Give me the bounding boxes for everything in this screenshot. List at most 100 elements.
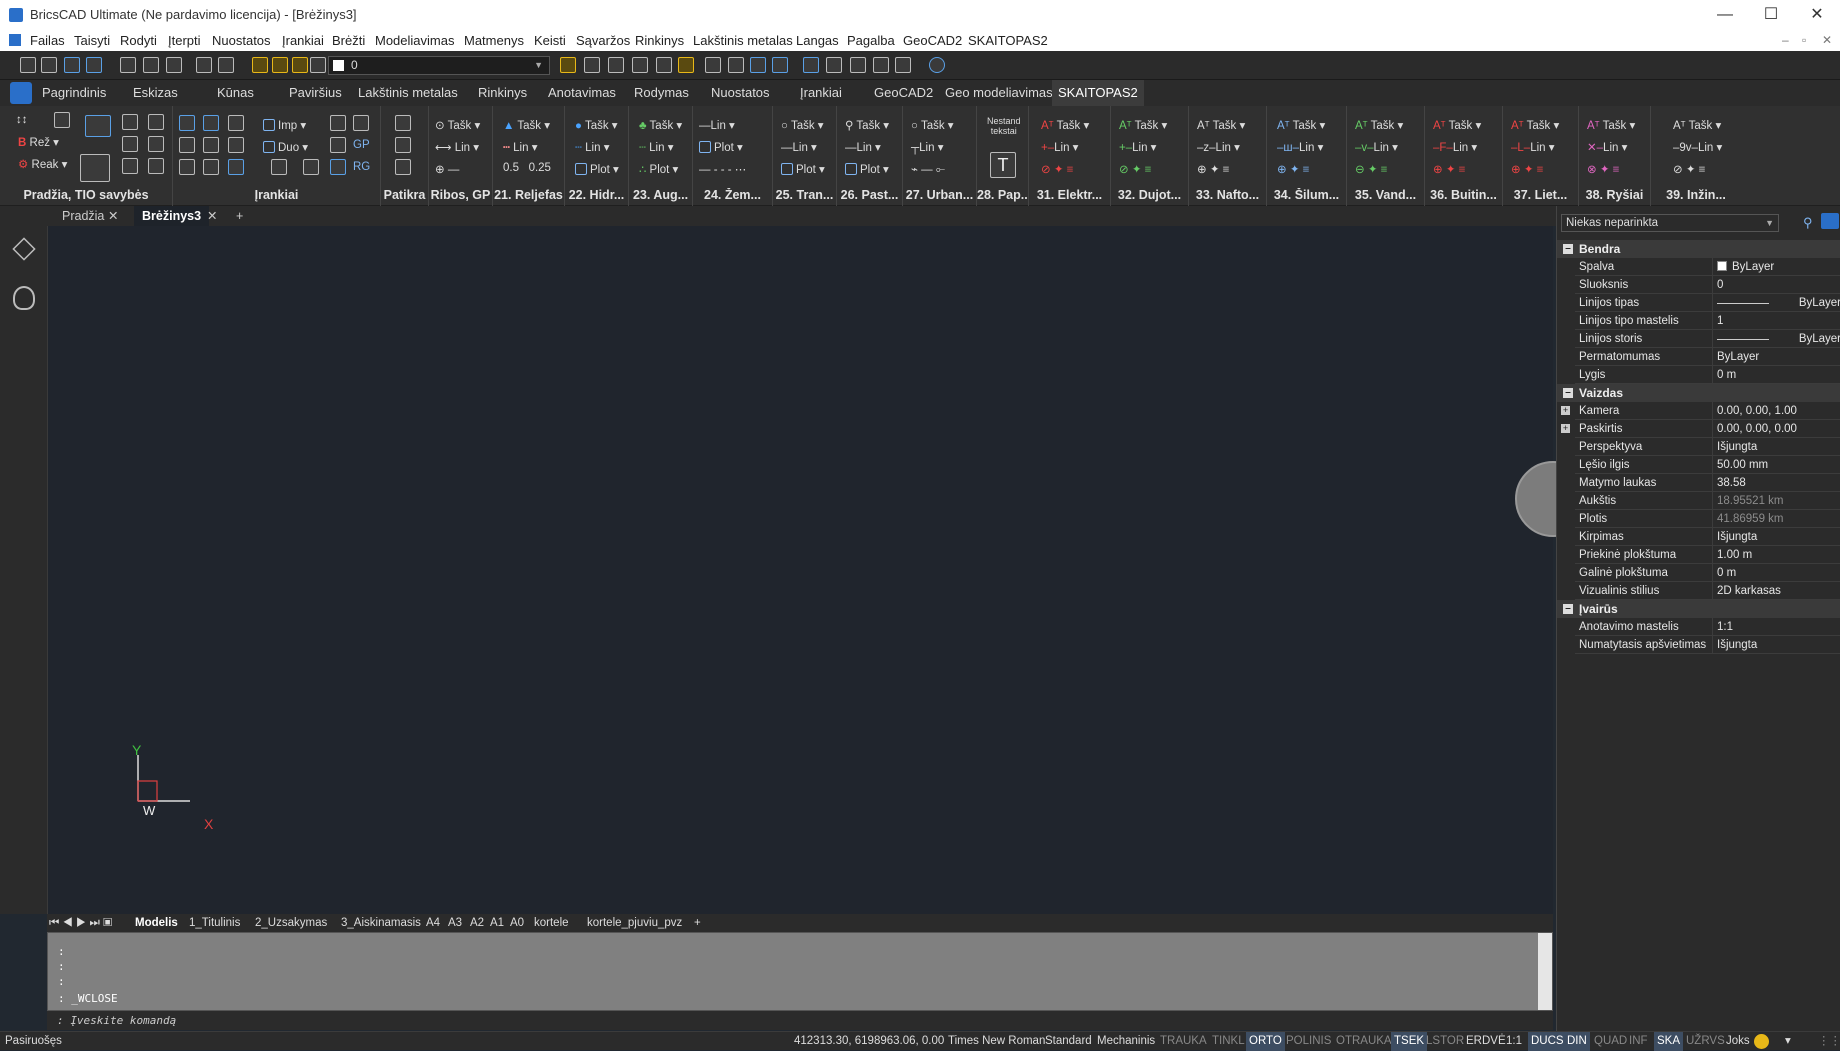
tool-scan-icon[interactable] (203, 137, 219, 153)
render-icon[interactable] (772, 57, 788, 73)
prop-row[interactable]: + Paskirtis 0.00, 0.00, 0.00 (1561, 420, 1840, 438)
lin-dropdown[interactable]: ‒L‒Lin ▾ (1511, 140, 1555, 154)
status-lweight[interactable]: LSTOR (1426, 1032, 1464, 1051)
menu-irankiai[interactable]: Įrankiai (282, 33, 324, 48)
task-dropdown[interactable]: Aᵀ Tašk ▾ (1277, 118, 1325, 132)
lin-dropdown[interactable]: ⟷ Lin ▾ (435, 140, 479, 154)
status-otrack[interactable]: OTRAUKA (1336, 1032, 1392, 1051)
prop-row[interactable]: Anotavimo mastelis 1:1 (1575, 618, 1840, 636)
expand-icon[interactable]: + (1561, 424, 1570, 433)
buitin-icon[interactable]: ⊕ ✦ ≡ (1433, 162, 1465, 176)
task-dropdown[interactable]: ⊙ Tašk ▾ (435, 118, 480, 132)
prop-row[interactable]: Lęšio ilgis 50.00 mm (1575, 456, 1840, 474)
layer-plot-icon[interactable] (310, 57, 326, 73)
first-layout-icon[interactable]: ⏮ ◀ ▶ ⏭ ▣ (49, 914, 112, 932)
layout-tab-a0[interactable]: A0 (510, 914, 524, 932)
save-icon[interactable] (64, 57, 80, 73)
save-as-icon[interactable] (86, 57, 102, 73)
task-dropdown[interactable]: ● Tašk ▾ (575, 118, 618, 132)
reak-dropdown[interactable]: ⚙ Reak ▾ (18, 157, 67, 171)
status-textstyle[interactable]: Standard (1045, 1032, 1092, 1051)
status-font[interactable]: Times New Roman (948, 1032, 1045, 1051)
distance-icon[interactable] (148, 114, 164, 130)
layout-tab-kortele[interactable]: kortele (534, 914, 569, 932)
gp-button[interactable]: GP (353, 139, 370, 151)
layer-freeze-icon[interactable] (272, 57, 288, 73)
properties-icon[interactable] (803, 57, 819, 73)
tab-lakstinis-metalas[interactable]: Lakštinis metalas (352, 80, 464, 106)
balloon-icon[interactable] (13, 286, 35, 310)
menu-nuostatos[interactable]: Nuostatos (212, 33, 271, 48)
menu-geocad2[interactable]: GeoCAD2 (903, 33, 962, 48)
task-dropdown[interactable]: Aᵀ Tašk ▾ (1673, 118, 1721, 132)
new-file-icon[interactable] (20, 57, 36, 73)
check-copy-icon[interactable] (395, 137, 411, 153)
layout-tab-3-aiskinamasis[interactable]: 3_Aiskinamasis (341, 914, 421, 932)
status-snap[interactable]: TRAUKA (1160, 1032, 1207, 1051)
tab-rinkinys[interactable]: Rinkinys (472, 80, 533, 106)
prop-row[interactable]: + Kamera 0.00, 0.00, 1.00 (1561, 402, 1840, 420)
tab-skaitopas2[interactable]: SKAITOPAS2 (1052, 80, 1144, 106)
help-icon[interactable] (929, 57, 945, 73)
menu-pagalba[interactable]: Pagalba (847, 33, 895, 48)
close-icon[interactable]: ✕ (207, 206, 217, 226)
lin-dropdown[interactable]: ‒z‒Lin ▾ (1197, 140, 1240, 154)
lin-dropdown[interactable]: —Lin ▾ (845, 140, 881, 154)
section-bendra[interactable]: – Bendra (1557, 240, 1840, 258)
menu-taisyti[interactable]: Taisyti (74, 33, 110, 48)
liet-icon[interactable]: ⊕ ✦ ≡ (1511, 162, 1543, 176)
lin-dropdown[interactable]: ┄ Lin ▾ (575, 140, 609, 154)
dujot-icon[interactable]: ⊘ ✦ ≡ (1119, 162, 1151, 176)
menu-brezti[interactable]: Brėžti (332, 33, 365, 48)
layer-isolate-icon[interactable] (608, 57, 624, 73)
key-icon[interactable] (148, 158, 164, 174)
status-dimstyle[interactable]: Mechaninis (1097, 1032, 1155, 1051)
check-layers-icon[interactable] (395, 159, 411, 175)
layer-walk-icon[interactable] (656, 57, 672, 73)
lin-dropdown[interactable]: —Lin ▾ (699, 118, 735, 132)
menu-keisti[interactable]: Keisti (534, 33, 566, 48)
task-dropdown[interactable]: ▲ Tašk ▾ (503, 118, 550, 132)
tab-geocad2[interactable]: GeoCAD2 (868, 80, 939, 106)
cube-icon[interactable] (12, 237, 36, 261)
rysiai-icon[interactable]: ⊗ ✦ ≡ (1587, 162, 1619, 176)
snap-icon[interactable] (122, 114, 138, 130)
rez-dropdown[interactable]: B Rež ▾ (18, 135, 59, 149)
redo-icon[interactable] (218, 57, 234, 73)
prop-row[interactable]: Numatytasis apšvietimas Išjungta (1575, 636, 1840, 654)
doc-close-button[interactable]: ✕ (1822, 33, 1832, 47)
palette-icon[interactable] (148, 136, 164, 152)
close-icon[interactable]: ✕ (108, 206, 118, 226)
menu-modeliavimas[interactable]: Modeliavimas (375, 33, 454, 48)
duo-dropdown[interactable]: Duo ▾ (263, 140, 308, 154)
tab-pavirsius[interactable]: Paviršius (283, 80, 348, 106)
notification-icon[interactable] (1754, 1034, 1769, 1049)
layer-match-icon[interactable] (560, 57, 576, 73)
doc-tab-brezinys3[interactable]: Brėžinys3 (134, 206, 210, 226)
menu-skaitopas2[interactable]: SKAITOPAS2 (968, 33, 1048, 48)
menu-failas[interactable]: Failas (30, 33, 65, 48)
status-inf[interactable]: INF (1629, 1032, 1648, 1051)
layout-tab-a3[interactable]: A3 (448, 914, 462, 932)
tool-export-icon[interactable] (330, 159, 346, 175)
tool-level-icon[interactable] (203, 159, 219, 175)
tool-offset-icon[interactable] (228, 137, 244, 153)
lin-dropdown[interactable]: ✕‒Lin ▾ (1587, 140, 1627, 154)
lin-dropdown[interactable]: ‒9v‒Lin ▾ (1673, 140, 1722, 154)
nestand-text-label[interactable]: Nestand tekstai (987, 116, 1021, 136)
prop-row[interactable]: Sluoksnis 0 (1575, 276, 1840, 294)
layout-tab-2-uzsakymas[interactable]: 2_Uzsakymas (255, 914, 327, 932)
open-file-icon[interactable] (41, 57, 57, 73)
layer-lock-icon[interactable] (292, 57, 308, 73)
prop-row[interactable]: Aukštis 18.95521 km (1575, 492, 1840, 510)
tool-db-icon[interactable] (303, 159, 319, 175)
selection-dropdown[interactable]: Niekas neparinkta ▼ (1561, 214, 1779, 232)
print-preview-icon[interactable] (143, 57, 159, 73)
tool-curve-icon[interactable] (179, 115, 195, 131)
collapse-icon[interactable]: – (1563, 388, 1573, 398)
prop-row[interactable]: Spalva ByLayer (1575, 258, 1840, 276)
tool-import-icon[interactable] (271, 159, 287, 175)
prop-row[interactable]: Lygis 0 m (1575, 366, 1840, 384)
menu-savarzos[interactable]: Sąvaržos (576, 33, 630, 48)
status-polar[interactable]: POLINIS (1286, 1032, 1331, 1051)
